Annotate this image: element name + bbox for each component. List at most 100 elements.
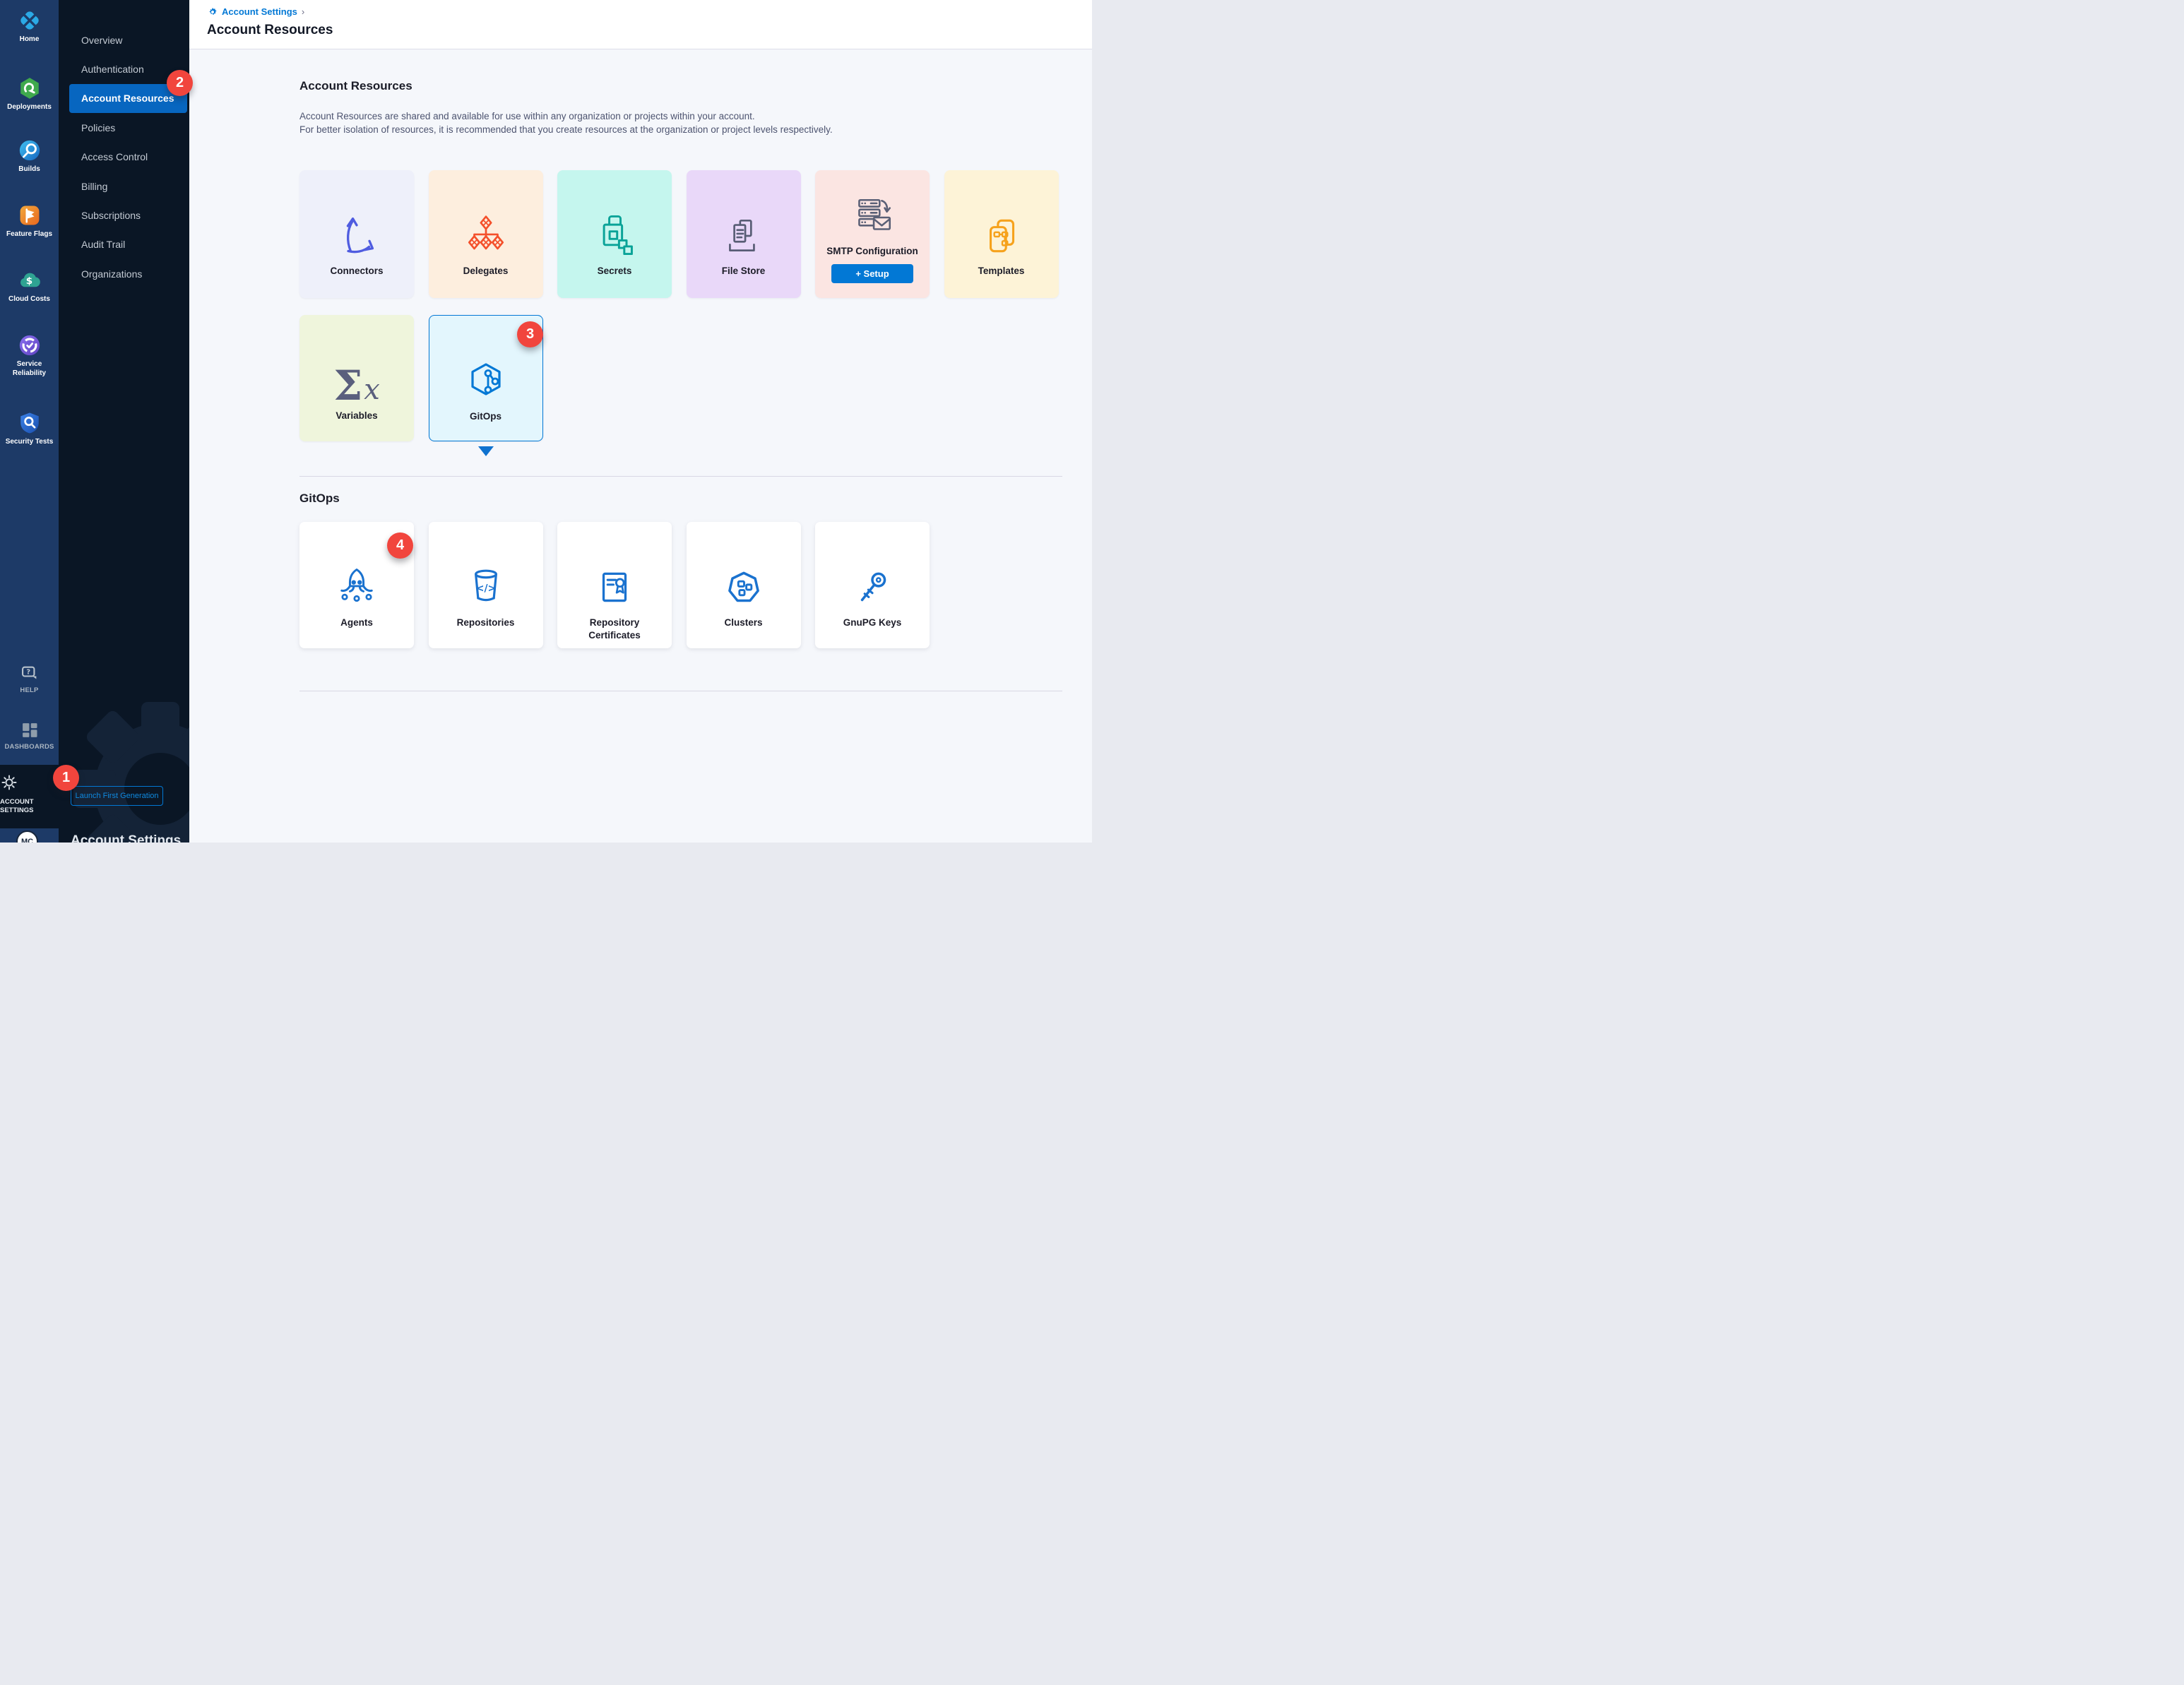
- rail-label: Feature Flags: [0, 230, 59, 239]
- service-reliability-icon: [0, 333, 59, 357]
- sidebar-item-security-tests[interactable]: Security Tests: [0, 411, 59, 447]
- launch-first-generation-button[interactable]: Launch First Generation: [71, 786, 163, 806]
- rail-label: DASHBOARDS: [0, 743, 59, 751]
- rail-label: Security Tests: [0, 438, 59, 447]
- card-clusters[interactable]: Clusters: [687, 522, 801, 648]
- breadcrumb: Account Settings ›: [208, 6, 304, 17]
- sidebar-item-cloud-costs[interactable]: $ Cloud Costs: [0, 268, 59, 304]
- card-label: Agents: [333, 617, 380, 629]
- subnav-list: Overview Authentication Account Resource…: [59, 0, 189, 289]
- step-badge-4: 4: [387, 532, 413, 559]
- rail-label: Cloud Costs: [0, 295, 59, 304]
- card-variables[interactable]: Σ x Variables: [299, 315, 414, 441]
- card-smtp-configuration[interactable]: SMTP Configuration + Setup: [815, 170, 930, 298]
- account-settings-subnav: Overview Authentication Account Resource…: [59, 0, 189, 842]
- sidebar-item-help[interactable]: ? HELP: [0, 664, 59, 695]
- smtp-icon: [849, 170, 896, 241]
- card-label: Delegates: [456, 265, 516, 278]
- section-description: Account Resources are shared and availab…: [299, 110, 833, 136]
- variables-sigma-icon: Σ x: [333, 315, 380, 404]
- subnav-item-billing[interactable]: Billing: [59, 172, 189, 201]
- card-label: Connectors: [323, 265, 390, 278]
- gitops-pointer-triangle: [478, 446, 494, 456]
- gear-watermark: [59, 672, 189, 842]
- card-label: GnuPG Keys: [836, 617, 909, 629]
- breadcrumb-gear-icon: [208, 7, 218, 17]
- smtp-setup-button[interactable]: + Setup: [831, 264, 913, 283]
- breadcrumb-separator: ›: [302, 6, 304, 17]
- rail-label: HELP: [0, 686, 59, 695]
- rail-label: ACCOUNT SETTINGS: [0, 798, 59, 815]
- subnav-item-overview[interactable]: Overview: [59, 25, 189, 54]
- card-repository-certificates[interactable]: Repository Certificates: [557, 522, 672, 648]
- page-content: Account Resources Account Resources are …: [189, 49, 1092, 842]
- templates-icon: [978, 170, 1025, 259]
- rail-label: Deployments: [0, 103, 59, 112]
- builds-icon: [0, 138, 59, 162]
- connectors-icon: [332, 170, 381, 259]
- section-title: Account Resources: [299, 79, 413, 93]
- card-repositories[interactable]: </> Repositories: [429, 522, 543, 648]
- description-line-2: For better isolation of resources, it is…: [299, 124, 833, 137]
- svg-text:$: $: [25, 276, 32, 287]
- page-header: Account Settings › Account Resources: [189, 0, 1092, 49]
- card-label: Clusters: [717, 617, 769, 629]
- breadcrumb-link-account-settings[interactable]: Account Settings: [222, 6, 297, 17]
- svg-text:?: ?: [26, 669, 30, 677]
- repository-certificates-icon: [591, 522, 638, 611]
- subnav-item-audit-trail[interactable]: Audit Trail: [59, 230, 189, 259]
- card-label: Variables: [328, 410, 384, 422]
- clusters-icon: [720, 522, 767, 611]
- description-line-1: Account Resources are shared and availab…: [299, 110, 833, 124]
- main-area: Account Settings › Account Resources Acc…: [189, 0, 1092, 842]
- user-avatar[interactable]: MC: [16, 830, 38, 842]
- card-label: Secrets: [590, 265, 639, 278]
- agents-squid-icon: [333, 522, 381, 611]
- subnav-item-policies[interactable]: Policies: [59, 113, 189, 142]
- card-secrets[interactable]: Secrets: [557, 170, 672, 298]
- subnav-item-organizations[interactable]: Organizations: [59, 259, 189, 288]
- home-icon: [0, 8, 59, 32]
- rail-label: Builds: [0, 165, 59, 174]
- dashboards-grid-icon: [0, 720, 59, 740]
- sigma-glyph: Σ: [333, 367, 362, 404]
- x-glyph: x: [364, 376, 380, 404]
- card-delegates[interactable]: Delegates: [429, 170, 543, 298]
- cloud-costs-icon: $: [0, 268, 59, 292]
- card-gnupg-keys[interactable]: GnuPG Keys: [815, 522, 930, 648]
- sidebar-item-home[interactable]: Home: [0, 8, 59, 44]
- sidebar-item-builds[interactable]: Builds: [0, 138, 59, 174]
- card-label: File Store: [715, 265, 773, 278]
- section-divider: [299, 476, 1062, 477]
- card-label: GitOps: [463, 410, 509, 423]
- sidebar-item-service-reliability[interactable]: Service Reliability: [0, 333, 59, 378]
- gear-icon: [0, 782, 18, 794]
- card-label: Repository Certificates: [557, 617, 672, 641]
- deployments-icon: [0, 76, 59, 100]
- card-label: SMTP Configuration: [819, 245, 925, 258]
- file-store-icon: [720, 170, 767, 259]
- card-label: Templates: [971, 265, 1032, 278]
- secrets-icon: [590, 170, 639, 259]
- card-templates[interactable]: Templates: [944, 170, 1059, 298]
- card-file-store[interactable]: File Store: [687, 170, 801, 298]
- delegates-icon: [463, 170, 509, 259]
- module-rail: Home Deployments Builds: [0, 0, 59, 842]
- subnav-item-subscriptions[interactable]: Subscriptions: [59, 201, 189, 230]
- sidebar-item-account-settings[interactable]: ACCOUNT SETTINGS: [0, 765, 59, 828]
- help-chat-icon: ?: [0, 664, 59, 684]
- step-badge-3: 3: [517, 321, 543, 347]
- gnupg-key-icon: [849, 522, 896, 611]
- page-title: Account Resources: [207, 23, 333, 38]
- sidebar-item-deployments[interactable]: Deployments: [0, 76, 59, 112]
- subnav-footer-title: Account Settings: [71, 833, 181, 842]
- sidebar-item-dashboards[interactable]: DASHBOARDS: [0, 720, 59, 751]
- rail-label: Service Reliability: [0, 360, 59, 378]
- sidebar-item-feature-flags[interactable]: Feature Flags: [0, 203, 59, 239]
- rail-label: Home: [0, 35, 59, 44]
- security-tests-icon: [0, 411, 59, 435]
- step-badge-1: 1: [53, 765, 79, 791]
- subnav-item-access-control[interactable]: Access Control: [59, 143, 189, 172]
- step-badge-2: 2: [167, 70, 193, 96]
- card-connectors[interactable]: Connectors: [299, 170, 414, 298]
